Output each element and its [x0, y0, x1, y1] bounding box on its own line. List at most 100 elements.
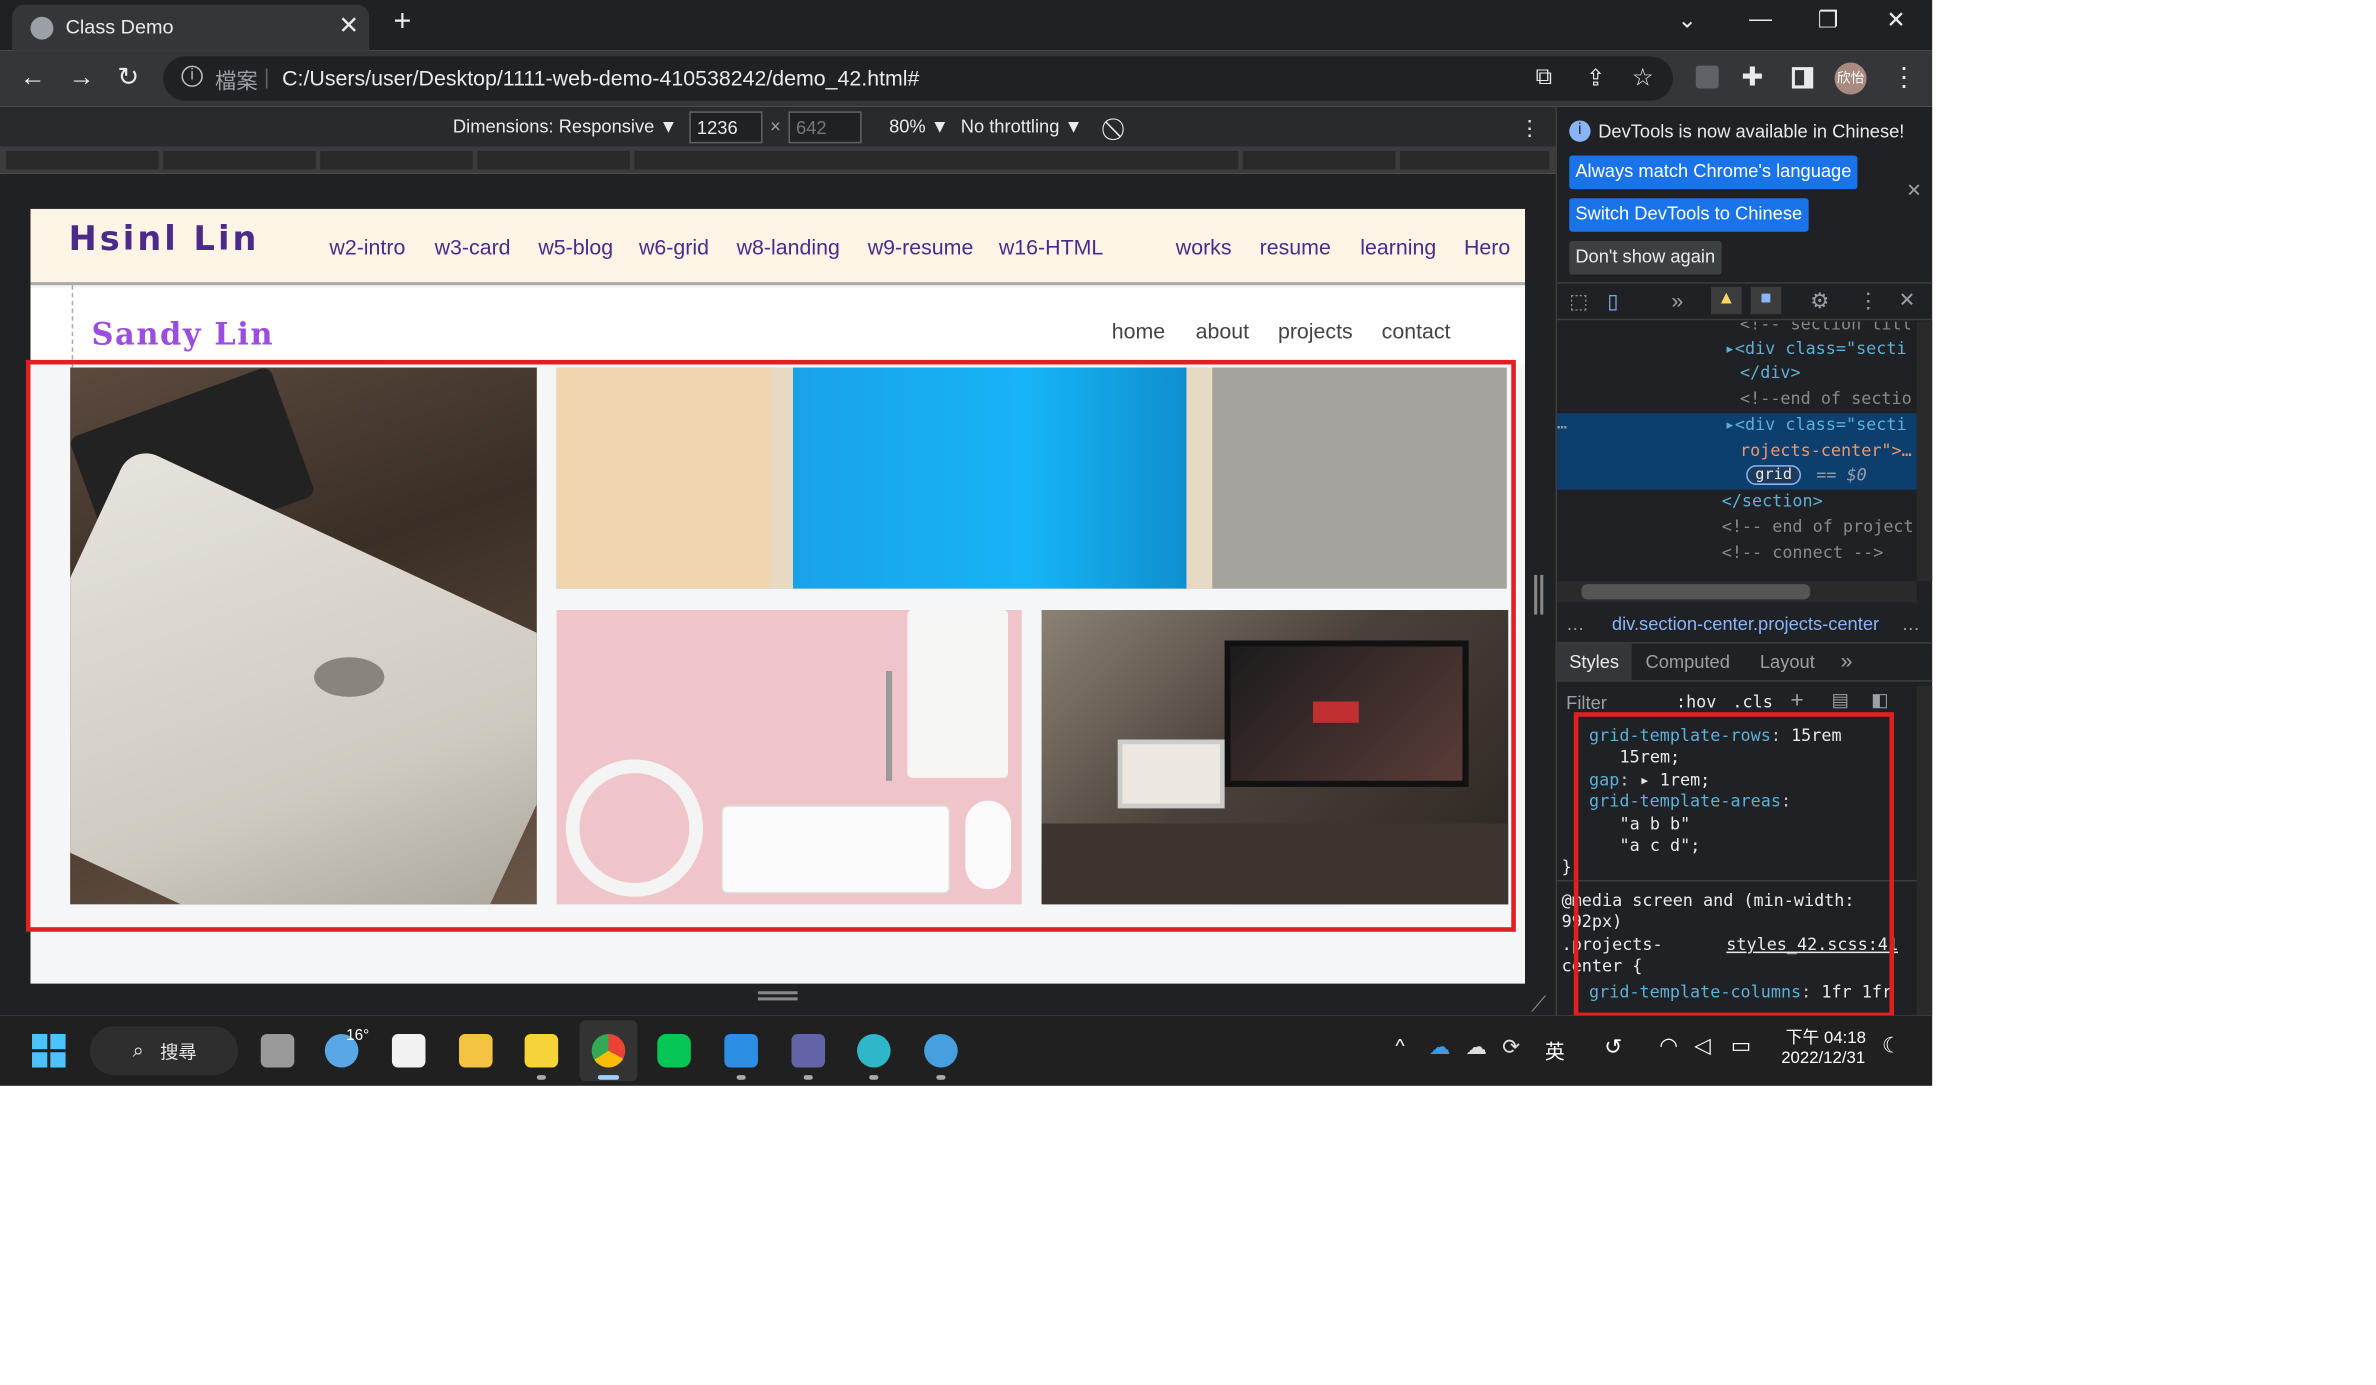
nav-link-about[interactable]: about [1196, 319, 1249, 343]
media-segment[interactable] [6, 150, 159, 170]
tab-styles[interactable]: Styles [1557, 643, 1632, 681]
window-close-button[interactable]: ✕ [1886, 6, 1905, 34]
cls-toggle[interactable]: .cls [1732, 692, 1772, 712]
extension-icon[interactable] [1695, 65, 1719, 89]
dom-node-selected[interactable]: ▸<div class="secti [1725, 415, 1907, 435]
nav-link-learning[interactable]: learning [1360, 235, 1436, 259]
address-bar[interactable]: i 檔案 | C:/Users/user/Desktop/1111-web-de… [163, 56, 1673, 101]
nav-link-projects[interactable]: projects [1278, 319, 1353, 343]
puzzle-icon[interactable]: ✚ [1742, 63, 1764, 94]
hov-toggle[interactable]: :hov [1676, 692, 1716, 712]
media-segment[interactable] [163, 150, 316, 170]
device-more-icon[interactable]: ⋮ [1519, 116, 1540, 142]
teams-icon[interactable] [791, 1033, 826, 1068]
tab-search-icon[interactable]: ⌄ [1678, 6, 1697, 34]
site-title[interactable]: Hsinl Lin [69, 221, 260, 259]
menu-kebab-icon[interactable]: ⋮ [1891, 63, 1917, 94]
height-resize-handle[interactable] [757, 991, 798, 1001]
vscode-icon[interactable] [724, 1033, 758, 1068]
new-tab-button[interactable]: + [393, 5, 411, 40]
dom-scrollbar[interactable] [1916, 321, 1933, 582]
minimize-button[interactable]: — [1749, 6, 1772, 32]
nav-link-home[interactable]: home [1112, 319, 1165, 343]
sticky-notes-icon[interactable] [524, 1033, 559, 1068]
avatar[interactable]: 欣怡 [1834, 62, 1867, 95]
throttle-select[interactable]: No throttling ▼ [961, 116, 1083, 137]
media-segment[interactable] [477, 150, 630, 170]
focus-moon-icon[interactable]: ☾ [1882, 1032, 1901, 1058]
chrome-icon[interactable] [591, 1033, 626, 1068]
start-windows-icon[interactable] [32, 1033, 66, 1068]
tab-computed[interactable]: Computed [1645, 651, 1729, 672]
breadcrumb[interactable]: div.section-center.projects-center [1612, 613, 1879, 634]
zoom-select[interactable]: 80% ▼ [889, 116, 949, 137]
media-segment[interactable] [1399, 150, 1550, 170]
sidebar-toggle-icon[interactable]: ◧ [1871, 689, 1888, 710]
clock-date[interactable]: 2022/12/31 [1781, 1049, 1865, 1067]
back-icon[interactable]: ← [20, 63, 46, 94]
devtools-close-icon[interactable]: ✕ [1899, 288, 1916, 312]
new-rule-icon[interactable]: + [1790, 688, 1803, 714]
message-icon[interactable]: ■ [1750, 286, 1782, 315]
volume-icon[interactable]: ◁ [1694, 1032, 1710, 1058]
info-icon[interactable]: i [181, 65, 203, 87]
scroll-thumb[interactable] [1581, 584, 1811, 600]
edge-icon[interactable] [857, 1033, 891, 1068]
dom-node[interactable]: ▸<div class="secti [1725, 339, 1907, 359]
grid-badge[interactable]: grid [1746, 465, 1802, 485]
cloud-icon[interactable]: ☁ [1466, 1034, 1487, 1060]
width-input[interactable]: 1236 [689, 111, 763, 144]
nav-link-w5-blog[interactable]: w5-blog [538, 235, 613, 259]
nav-link-w2-intro[interactable]: w2-intro [329, 235, 405, 259]
more-panels-icon[interactable]: » [1841, 648, 1853, 672]
nav-link-w16-html[interactable]: w16-HTML [999, 235, 1103, 259]
height-input[interactable]: 642 [788, 111, 862, 144]
filter-input[interactable]: Filter [1566, 692, 1607, 713]
nav-link-resume[interactable]: resume [1260, 235, 1331, 259]
inspect-element-icon[interactable]: ⬚ [1569, 290, 1588, 314]
settings-gear-icon[interactable]: ⚙ [1810, 288, 1829, 314]
wifi-icon[interactable]: ◠ [1659, 1032, 1678, 1058]
width-resize-handle[interactable] [1534, 574, 1544, 615]
nav-link-w3-card[interactable]: w3-card [435, 235, 511, 259]
tab-layout[interactable]: Layout [1760, 651, 1815, 672]
media-segment[interactable] [634, 150, 1239, 170]
brand-logo-text[interactable]: Sandy Lin [92, 316, 275, 353]
switch-chinese-button[interactable]: Switch DevTools to Chinese [1569, 198, 1809, 232]
paint-icon[interactable] [924, 1033, 958, 1068]
task-view-icon[interactable] [260, 1033, 295, 1068]
more-tabs-icon[interactable]: » [1671, 288, 1683, 312]
media-segment[interactable] [1242, 150, 1396, 170]
resize-corner-icon[interactable]: ⟋ [1531, 991, 1546, 1017]
dont-show-again-button[interactable]: Don't show again [1569, 240, 1722, 275]
sync-icon[interactable]: ⟳ [1502, 1034, 1520, 1060]
computed-styles-icon[interactable]: ▤ [1832, 689, 1849, 710]
bookmark-star-icon[interactable]: ☆ [1632, 63, 1654, 94]
match-language-button[interactable]: Always match Chrome's language [1569, 155, 1858, 190]
nav-link-w6-grid[interactable]: w6-grid [639, 235, 709, 259]
breadcrumb-ellipsis[interactable]: … [1566, 613, 1584, 634]
nav-link-contact[interactable]: contact [1382, 319, 1451, 343]
translate-icon[interactable]: ⧉ [1536, 64, 1552, 90]
file-explorer-icon[interactable] [459, 1033, 493, 1068]
device-toggle-icon[interactable]: ▯ [1607, 290, 1618, 314]
clock-time[interactable]: 下午 04:18 [1786, 1025, 1866, 1049]
ime-indicator[interactable]: 英 [1545, 1035, 1565, 1064]
nav-link-w8-landing[interactable]: w8-landing [737, 235, 840, 259]
styles-scrollbar[interactable] [1916, 686, 1933, 1016]
banner-close-icon[interactable]: ✕ [1906, 180, 1921, 201]
breadcrumb-more[interactable]: … [1902, 613, 1920, 634]
side-panel-icon[interactable] [1791, 67, 1814, 89]
reload-icon[interactable]: ↻ [117, 63, 139, 94]
line-app-icon[interactable] [657, 1033, 691, 1068]
nav-link-hero[interactable]: Hero [1464, 235, 1510, 259]
nav-link-works[interactable]: works [1176, 235, 1232, 259]
warning-icon[interactable]: ▲ [1711, 286, 1742, 315]
ime-mode-icon[interactable]: ↺ [1604, 1034, 1622, 1060]
dom-h-scrollbar[interactable] [1557, 581, 1917, 603]
browser-tab[interactable]: Class Demo ✕ [12, 4, 370, 51]
taskbar-search-box[interactable]: ⌕ 搜尋 [89, 1026, 238, 1076]
close-tab-icon[interactable]: ✕ [339, 11, 359, 42]
store-icon[interactable] [391, 1033, 426, 1068]
devtools-kebab-icon[interactable]: ⋮ [1857, 288, 1878, 314]
